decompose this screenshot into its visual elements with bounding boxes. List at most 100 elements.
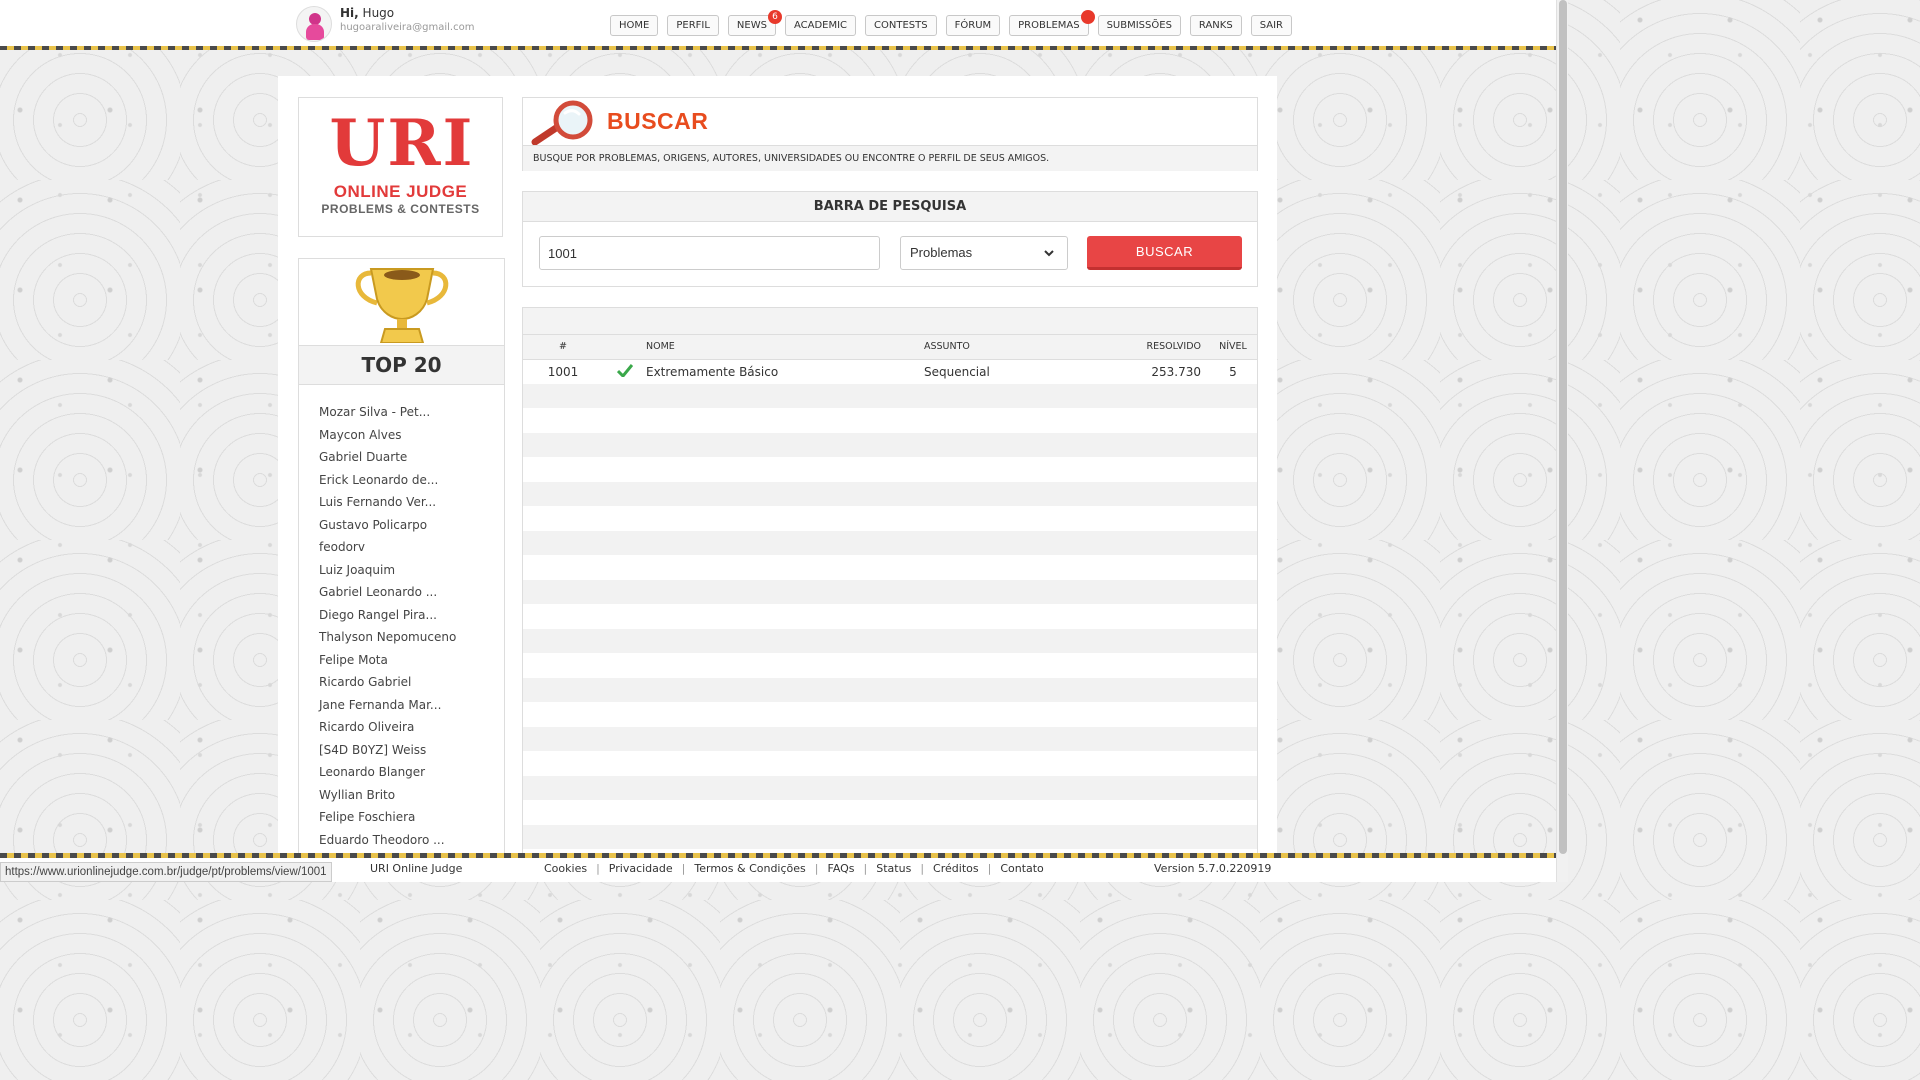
footer-copyright: URI Online Judge: [370, 862, 463, 875]
top20-user[interactable]: feodorv: [319, 536, 504, 559]
top20-user[interactable]: Maycon Alves: [319, 424, 504, 447]
avatar[interactable]: [296, 6, 332, 42]
empty-row: [523, 555, 1257, 580]
top20-user[interactable]: Leonardo Blanger: [319, 761, 504, 784]
col-name[interactable]: NOME: [646, 335, 924, 360]
top20-user[interactable]: Ricardo Gabriel: [319, 671, 504, 694]
footer-version: Version 5.7.0.220919: [1154, 862, 1272, 875]
nav-academic-label: ACADEMIC: [793, 20, 848, 31]
trophy-icon: [355, 268, 449, 343]
search-category-select[interactable]: Problemas: [900, 236, 1068, 270]
nav-submissoes[interactable]: SUBMISSÕES: [1097, 15, 1181, 36]
empty-row: [523, 481, 1257, 506]
nav-news[interactable]: NEWS 6: [727, 10, 782, 36]
logo-line1: ONLINE JUDGE: [333, 182, 468, 201]
page-title: BUSCAR: [607, 108, 709, 134]
top20-user[interactable]: Luis Fernando Ver...: [319, 491, 504, 514]
empty-row: [523, 432, 1257, 457]
top20-user[interactable]: Luiz Joaquim: [319, 559, 504, 582]
nav-home-label: HOME: [619, 20, 650, 31]
table-header-row: # NOME ASSUNTO RESOLVIDO NÍVEL: [523, 335, 1257, 360]
cell-subject[interactable]: Sequencial: [924, 359, 1124, 384]
top20-user[interactable]: Wyllian Brito: [319, 784, 504, 807]
greeting-prefix: Hi,: [340, 6, 359, 20]
search-button[interactable]: BUSCAR: [1087, 236, 1242, 270]
footer-link-creditos[interactable]: Créditos: [933, 862, 979, 875]
empty-row: [523, 653, 1257, 678]
empty-row: [523, 775, 1257, 800]
nav-perfil[interactable]: PERFIL: [667, 15, 719, 36]
footer-separator: |: [814, 862, 819, 875]
top20-user[interactable]: Gabriel Duarte: [319, 446, 504, 469]
footer-link-termos[interactable]: Termos & Condições: [694, 862, 805, 875]
top20-user[interactable]: Felipe Foschiera: [319, 806, 504, 829]
page-scrollbar[interactable]: [1556, 0, 1568, 882]
empty-row: [523, 702, 1257, 727]
footer-link-contato[interactable]: Contato: [1000, 862, 1043, 875]
empty-row: [523, 457, 1257, 482]
user-info: Hi, Hugo hugoaraliveira@gmail.com: [296, 6, 474, 42]
top20-user[interactable]: Felipe Mota: [319, 649, 504, 672]
status-bar-url: https://www.urionlinejudge.com.br/judge/…: [0, 862, 332, 882]
top20-user[interactable]: Eduardo Theodoro ...: [319, 829, 504, 852]
footer-link-faqs[interactable]: FAQs: [828, 862, 855, 875]
results-panel: # NOME ASSUNTO RESOLVIDO NÍVEL 1001 Extr…: [522, 307, 1258, 867]
empty-row: [523, 628, 1257, 653]
scrollbar-thumb[interactable]: [1559, 0, 1567, 854]
footer-separator: |: [987, 862, 992, 875]
nav-forum[interactable]: FÓRUM: [945, 15, 1001, 36]
nav-sair-label: SAIR: [1259, 20, 1283, 31]
logo-title: URI: [329, 106, 475, 181]
nav-academic[interactable]: ACADEMIC: [784, 15, 857, 36]
search-input[interactable]: [539, 236, 880, 270]
col-solved[interactable]: RESOLVIDO: [1124, 335, 1209, 360]
nav-submissoes-label: SUBMISSÕES: [1106, 20, 1172, 31]
top20-user[interactable]: Erick Leonardo de...: [319, 469, 504, 492]
footer-links: Cookies | Privacidade | Termos & Condições…: [544, 862, 1044, 875]
nav-ranks-label: RANKS: [1198, 20, 1233, 31]
user-name: Hugo: [362, 6, 395, 20]
nav-problemas-label: PROBLEMAS: [1018, 20, 1080, 31]
empty-row: [523, 824, 1257, 849]
top20-user[interactable]: [S4D B0YZ] Weiss: [319, 739, 504, 762]
results-table: # NOME ASSUNTO RESOLVIDO NÍVEL 1001 Extr…: [523, 335, 1257, 849]
nav-contests[interactable]: CONTESTS: [865, 15, 937, 36]
problemas-badge: [1080, 10, 1095, 24]
nav-perfil-label: PERFIL: [676, 20, 710, 31]
top20-user[interactable]: Gabriel Leonardo ...: [319, 581, 504, 604]
search-bar-title: BARRA DE PESQUISA: [523, 192, 1257, 222]
col-level[interactable]: NÍVEL: [1209, 335, 1257, 360]
top20-user[interactable]: Gustavo Policarpo: [319, 514, 504, 537]
footer-link-privacidade[interactable]: Privacidade: [609, 862, 673, 875]
user-email: hugoaraliveira@gmail.com: [340, 22, 475, 34]
nav-home[interactable]: HOME: [610, 15, 659, 36]
top20-user[interactable]: Mozar Silva - Pet...: [319, 401, 504, 424]
cell-name[interactable]: Extremamente Básico: [646, 359, 924, 384]
col-subject[interactable]: ASSUNTO: [924, 335, 1124, 360]
footer-link-cookies[interactable]: Cookies: [544, 862, 587, 875]
greeting: Hi, Hugo: [340, 6, 474, 20]
main-nav: HOME PERFIL NEWS 6 ACADEMIC CONTESTS FÓRU…: [610, 10, 1301, 36]
top20-user[interactable]: Thalyson Nepomuceno: [319, 626, 504, 649]
chevron-down-icon: [1044, 250, 1054, 257]
site-logo[interactable]: URI ONLINE JUDGE PROBLEMS & CONTESTS: [298, 97, 503, 237]
empty-row: [523, 604, 1257, 629]
top20-panel: TOP 20 Mozar Silva - Pet... Maycon Alves…: [298, 258, 505, 868]
avatar-body: [306, 24, 324, 40]
nav-ranks[interactable]: RANKS: [1189, 15, 1242, 36]
empty-row: [523, 530, 1257, 555]
search-category-value: Problemas: [910, 245, 973, 260]
empty-row: [523, 677, 1257, 702]
nav-sair[interactable]: SAIR: [1250, 15, 1292, 36]
check-icon: [616, 363, 633, 378]
top20-user[interactable]: Jane Fernanda Mar...: [319, 694, 504, 717]
nav-problemas[interactable]: PROBLEMAS: [1009, 10, 1095, 36]
top20-user[interactable]: Ricardo Oliveira: [319, 716, 504, 739]
main-container: URI ONLINE JUDGE PROBLEMS & CONTESTS TOP…: [278, 76, 1277, 868]
table-row[interactable]: 1001 Extremamente Básico Sequencial 253.…: [523, 359, 1257, 384]
footer-link-status[interactable]: Status: [876, 862, 911, 875]
page-description: BUSQUE POR PROBLEMAS, ORIGENS, AUTORES, …: [523, 145, 1257, 171]
top20-user[interactable]: Diego Rangel Pira...: [319, 604, 504, 627]
col-id[interactable]: #: [523, 335, 603, 360]
cell-id[interactable]: 1001: [523, 359, 603, 384]
